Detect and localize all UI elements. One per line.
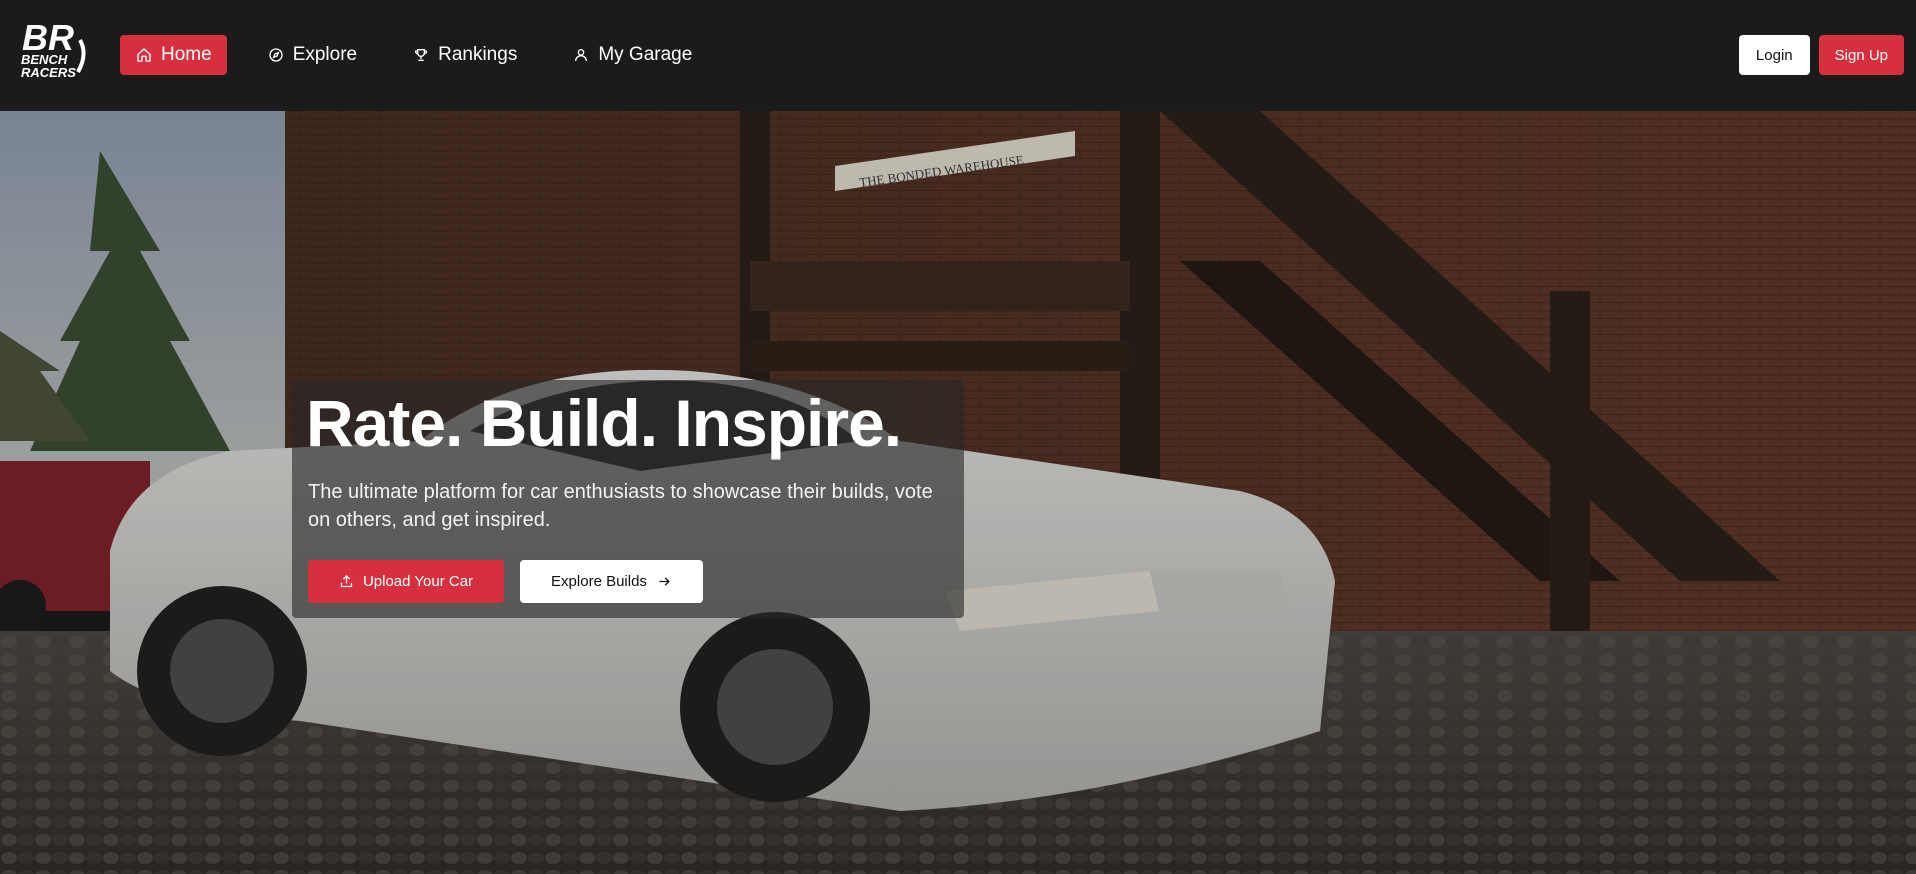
trophy-icon xyxy=(412,46,430,64)
compass-icon xyxy=(267,46,285,64)
main-nav: Home Explore Rankings My Garage xyxy=(120,35,732,75)
top-navbar: BR BENCH RACERS Home Explore Rankings My… xyxy=(0,0,1916,111)
upload-car-label: Upload Your Car xyxy=(362,573,474,590)
nav-my-garage-label: My Garage xyxy=(598,44,693,65)
nav-explore-label: Explore xyxy=(292,44,358,65)
upload-icon xyxy=(340,574,353,588)
hero-title: Rate. Build. Inspire. xyxy=(306,386,902,460)
bench-racers-logo[interactable]: BR BENCH RACERS xyxy=(20,17,90,80)
hero-subtitle: The ultimate platform for car enthusiast… xyxy=(308,481,933,531)
nav-home-label: Home xyxy=(161,44,212,65)
login-button[interactable]: Login xyxy=(1738,35,1810,75)
explore-builds-button[interactable]: Explore Builds xyxy=(520,560,703,603)
arrow-right-icon xyxy=(659,577,670,586)
nav-explore[interactable]: Explore xyxy=(252,35,372,75)
home-icon xyxy=(135,46,153,64)
auth-buttons: Login Sign Up xyxy=(1738,35,1904,75)
nav-home[interactable]: Home xyxy=(120,35,227,75)
hero-actions: Upload Your Car Explore Builds xyxy=(308,560,703,603)
nav-rankings-label: Rankings xyxy=(438,44,518,65)
nav-rankings[interactable]: Rankings xyxy=(397,35,532,75)
explore-builds-label: Explore Builds xyxy=(551,573,647,590)
logo-mark: BR BENCH RACERS xyxy=(21,17,86,80)
user-icon xyxy=(572,46,590,64)
nav-my-garage[interactable]: My Garage xyxy=(557,35,707,75)
svg-text:RACERS: RACERS xyxy=(21,65,76,80)
upload-car-button[interactable]: Upload Your Car xyxy=(308,560,504,603)
signup-button[interactable]: Sign Up xyxy=(1818,35,1904,75)
